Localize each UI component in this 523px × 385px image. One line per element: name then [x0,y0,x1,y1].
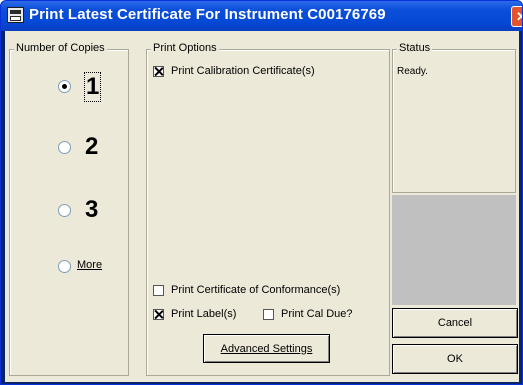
copies-radio-2[interactable] [58,141,71,154]
copies-label-more: More [77,259,103,271]
dialog-body: Number of Copies 1 2 3 More Print Option… [5,31,519,382]
copies-label-3: 3 [85,196,99,223]
calibration-certificate-checkbox[interactable]: Print Calibration Certificate(s) [153,65,353,79]
calibration-certificate-check[interactable] [153,66,164,77]
copies-option-1[interactable]: 1 [10,50,128,110]
title-bar[interactable]: Print Latest Certificate For Instrument … [1,1,522,31]
copies-option-3[interactable]: 3 [10,170,128,230]
copies-option-more[interactable]: More [10,245,128,285]
ok-button[interactable]: OK [392,344,518,374]
cancel-button[interactable]: Cancel [392,308,518,338]
copies-radio-more[interactable] [58,260,71,273]
copies-label-1: 1 [83,72,102,102]
printer-icon [7,7,24,23]
print-labels-label: Print Label(s) [171,308,237,320]
copies-radio-1[interactable] [58,80,71,93]
certificate-of-conformance-label: Print Certificate of Conformance(s) [171,284,341,296]
advanced-settings-button[interactable]: Advanced Settings [203,334,330,363]
copies-group: Number of Copies 1 2 3 More [9,42,129,376]
window-title: Print Latest Certificate For Instrument … [29,6,386,23]
certificate-of-conformance-checkbox[interactable]: Print Certificate of Conformance(s) [153,284,373,298]
print-options-group: Print Options Print Calibration Certific… [146,42,390,376]
calibration-certificate-label: Print Calibration Certificate(s) [171,65,315,77]
copies-label-2: 2 [85,133,99,160]
close-button[interactable]: ✕ [511,6,522,27]
print-labels-checkbox[interactable]: Print Label(s) [153,308,253,322]
status-legend: Status [397,42,433,54]
status-text: Ready. [397,66,428,77]
dialog-window: Print Latest Certificate For Instrument … [0,0,523,385]
copies-option-2[interactable]: 2 [10,110,128,170]
status-area-fill [392,195,516,305]
certificate-of-conformance-check[interactable] [153,285,164,296]
print-options-legend: Print Options [151,42,219,54]
print-cal-due-label: Print Cal Due? [281,308,353,320]
print-labels-check[interactable] [153,309,164,320]
print-cal-due-check[interactable] [263,309,274,320]
print-cal-due-checkbox[interactable]: Print Cal Due? [263,308,373,322]
status-group: Status Ready. [392,42,516,193]
copies-radio-3[interactable] [58,204,71,217]
